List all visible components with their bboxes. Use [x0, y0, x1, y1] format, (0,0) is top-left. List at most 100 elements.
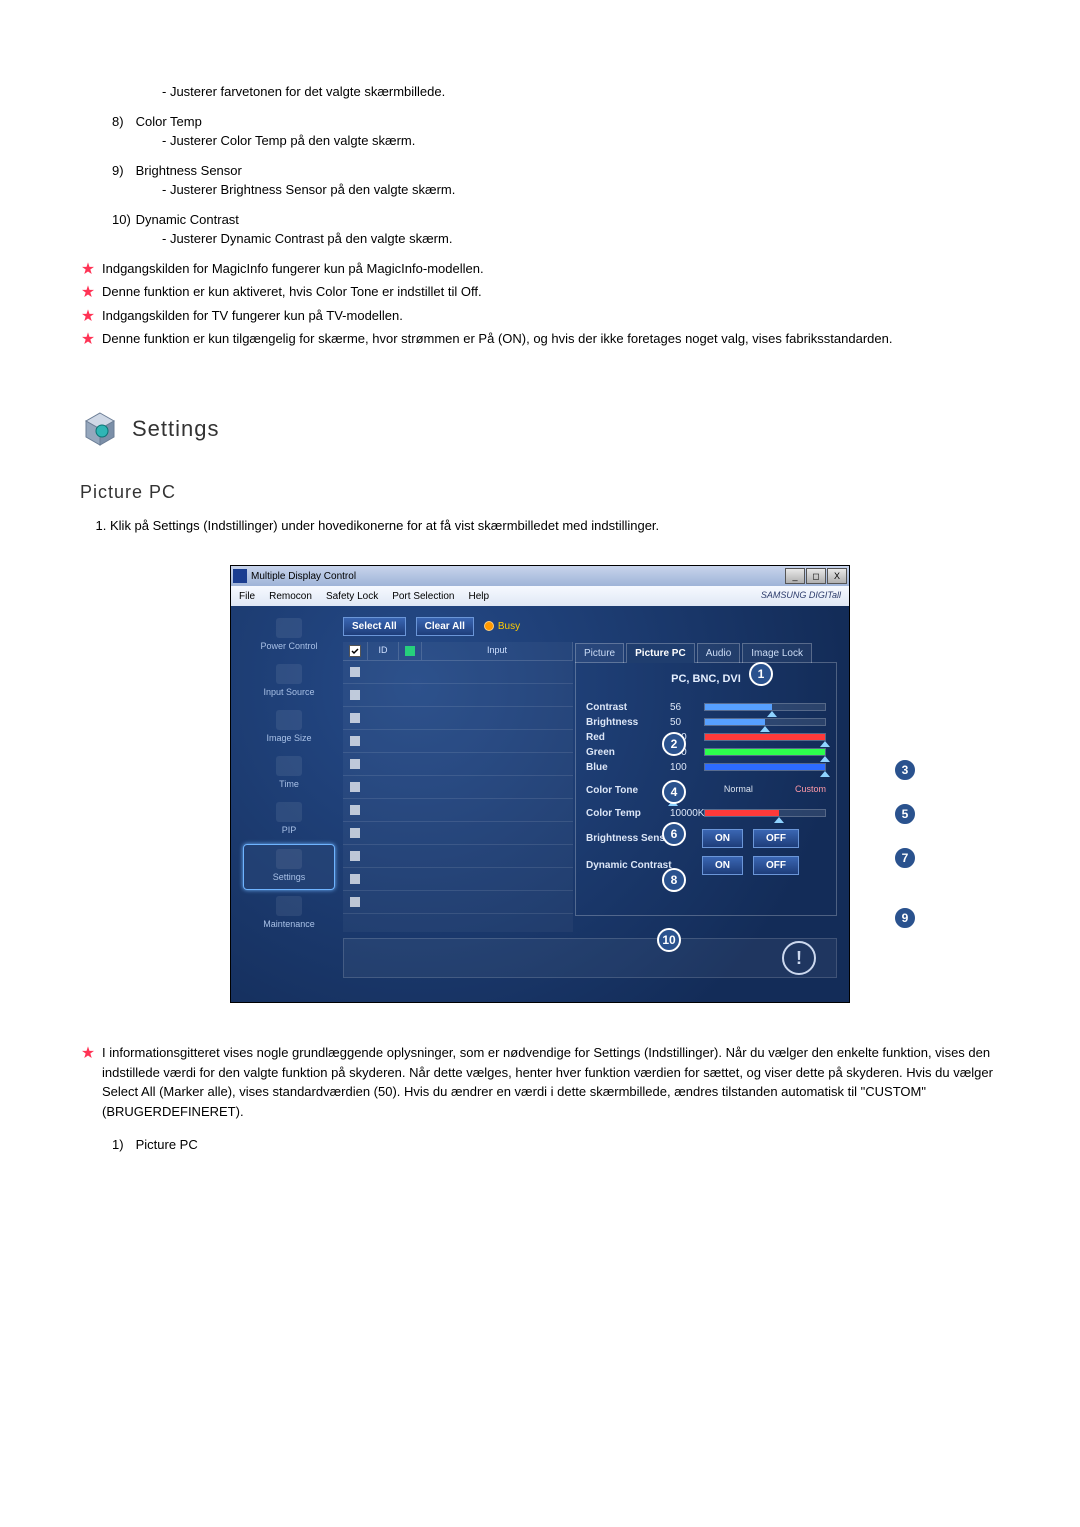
grid-header-check[interactable]	[343, 642, 368, 660]
color-tone-opt-custom[interactable]: Custom	[795, 783, 826, 797]
minimize-button[interactable]: _	[785, 568, 805, 584]
slider[interactable]	[704, 748, 826, 756]
row-checkbox[interactable]	[350, 713, 360, 723]
grid-row[interactable]	[343, 707, 573, 730]
color-tone-opt-off[interactable]: Off	[670, 783, 682, 797]
dynamic-contrast-on[interactable]: ON	[702, 856, 743, 875]
slider[interactable]	[704, 718, 826, 726]
row-checkbox[interactable]	[350, 782, 360, 792]
row-checkbox[interactable]	[350, 874, 360, 884]
slider[interactable]	[704, 703, 826, 711]
sidebar-label: Time	[279, 778, 299, 792]
row-checkbox[interactable]	[350, 690, 360, 700]
menu-item[interactable]: File	[239, 591, 255, 602]
row-checkbox[interactable]	[350, 736, 360, 746]
row-checkbox[interactable]	[350, 897, 360, 907]
grid-row[interactable]	[343, 845, 573, 868]
grid-row[interactable]	[343, 753, 573, 776]
feature-item: 10) Dynamic Contrast- Justerer Dynamic C…	[80, 210, 1000, 249]
grid-header-input[interactable]: Input	[422, 642, 573, 660]
feature-item: 9) Brightness Sensor- Justerer Brightnes…	[80, 161, 1000, 200]
grid-header-status[interactable]	[399, 642, 422, 660]
sidebar-item[interactable]: Input Source	[244, 660, 334, 704]
settings-tab[interactable]: Audio	[697, 643, 741, 663]
slider-value: 100	[670, 745, 698, 760]
color-temp-value: 10000K	[670, 806, 698, 821]
feature-list-continued: - Justerer farvetonen for det valgte skæ…	[80, 82, 1000, 249]
row-checkbox[interactable]	[350, 667, 360, 677]
grid-row[interactable]	[343, 684, 573, 707]
window-titlebar[interactable]: Multiple Display Control _ ◻ X	[231, 566, 849, 586]
sidebar-icon	[276, 664, 302, 684]
grid-header-id[interactable]: ID	[368, 642, 399, 660]
sidebar-label: Maintenance	[263, 918, 315, 932]
steps-list: Klik på Settings (Indstillinger) under h…	[80, 516, 1000, 536]
sidebar-item[interactable]: Maintenance	[244, 892, 334, 936]
feature-item: 8) Color Temp- Justerer Color Temp på de…	[80, 112, 1000, 151]
sidebar-item[interactable]: Time	[244, 752, 334, 796]
star-icon	[80, 261, 96, 277]
settings-tab[interactable]: Picture PC	[626, 643, 695, 663]
sidebar-icon	[276, 849, 302, 869]
callout-3: 3	[893, 758, 917, 782]
toolbar: Select All Clear All Busy	[343, 614, 837, 638]
row-checkbox[interactable]	[350, 759, 360, 769]
maximize-button[interactable]: ◻	[806, 568, 826, 584]
slider-label: Blue	[586, 760, 664, 775]
brightness-sensor-on[interactable]: ON	[702, 829, 743, 848]
grid-row[interactable]	[343, 822, 573, 845]
star-icon	[80, 331, 96, 347]
sidebar-item[interactable]: Power Control	[244, 614, 334, 658]
close-button[interactable]: X	[827, 568, 847, 584]
busy-label: Busy	[498, 619, 520, 634]
settings-tab[interactable]: Image Lock	[742, 643, 812, 663]
app-icon	[233, 569, 247, 583]
grid-row[interactable]	[343, 661, 573, 684]
star-note: Indgangskilden for TV fungerer kun på TV…	[80, 306, 1000, 326]
star-text: Denne funktion er kun tilgængelig for sk…	[102, 329, 892, 349]
slider-row: Brightness50	[586, 715, 826, 730]
star-note: Denne funktion er kun aktiveret, hvis Co…	[80, 282, 1000, 302]
menu-item[interactable]: Remocon	[269, 591, 312, 602]
color-temp-row: Color Temp 10000K	[586, 806, 826, 821]
slider-row: Red100	[586, 730, 826, 745]
grid-row[interactable]	[343, 730, 573, 753]
grid-row[interactable]	[343, 776, 573, 799]
row-checkbox[interactable]	[350, 828, 360, 838]
slider-row: Contrast56	[586, 700, 826, 715]
sidebar-icon	[276, 756, 302, 776]
grid-row[interactable]	[343, 868, 573, 891]
grid-row[interactable]	[343, 799, 573, 822]
clear-all-button[interactable]: Clear All	[416, 617, 474, 636]
slider-value: 56	[670, 700, 698, 715]
color-tone-opt-normal[interactable]: Normal	[724, 783, 753, 797]
slider[interactable]	[704, 733, 826, 741]
menu-item[interactable]: Safety Lock	[326, 591, 378, 602]
menu-item[interactable]: Port Selection	[392, 591, 454, 602]
sidebar-item[interactable]: Settings	[243, 844, 335, 890]
star-text: Denne funktion er kun aktiveret, hvis Co…	[102, 282, 482, 302]
menu-item[interactable]: Help	[468, 591, 489, 602]
dynamic-contrast-off[interactable]: OFF	[753, 856, 799, 875]
feature-list-bottom: 1) Picture PC	[80, 1135, 1000, 1155]
grid-row[interactable]	[343, 891, 573, 914]
sidebar-label: Power Control	[260, 640, 317, 654]
settings-tab[interactable]: Picture	[575, 643, 624, 663]
feature-item: 1) Picture PC	[80, 1135, 1000, 1155]
sidebar-icon	[276, 618, 302, 638]
main-area: Select All Clear All Busy	[339, 614, 841, 994]
callout-7: 7	[893, 846, 917, 870]
sidebar-item[interactable]: PIP	[244, 798, 334, 842]
row-checkbox[interactable]	[350, 851, 360, 861]
panel-heading: PC, BNC, DVI	[586, 671, 826, 688]
color-temp-slider[interactable]	[704, 809, 826, 817]
select-all-button[interactable]: Select All	[343, 617, 406, 636]
color-tone-row: Color Tone Off Normal Custom	[586, 783, 826, 798]
grid-body[interactable]	[343, 661, 573, 932]
color-temp-label: Color Temp	[586, 806, 664, 821]
star-note: Indgangskilden for MagicInfo fungerer ku…	[80, 259, 1000, 279]
brightness-sensor-off[interactable]: OFF	[753, 829, 799, 848]
row-checkbox[interactable]	[350, 805, 360, 815]
slider[interactable]	[704, 763, 826, 771]
sidebar-item[interactable]: Image Size	[244, 706, 334, 750]
